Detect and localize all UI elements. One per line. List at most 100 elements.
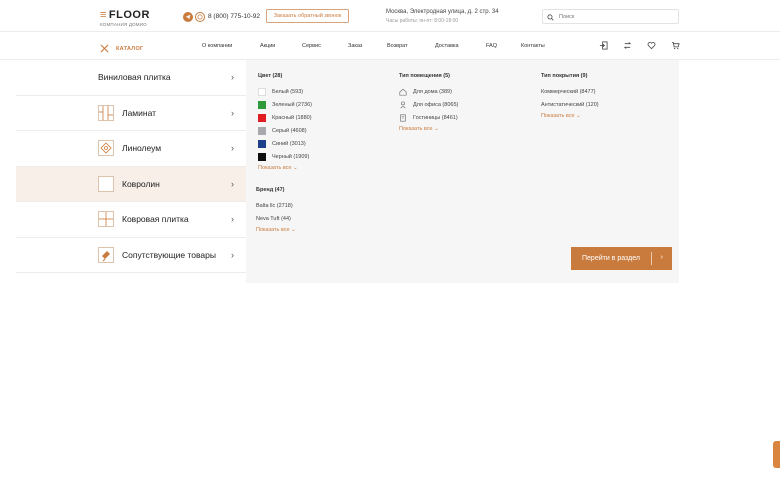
category-label: Ковровая плитка (122, 214, 189, 225)
filter-option-antistatic[interactable]: Антистатический (120) (541, 98, 599, 111)
category-label: Линолеум (122, 143, 162, 154)
cart-icon[interactable] (670, 40, 681, 51)
go-to-section-button[interactable]: Перейти в раздел › (571, 247, 672, 270)
filter-option-green[interactable]: Зеленый (2736) (258, 98, 312, 111)
filter-option-black[interactable]: Черный (1909) (258, 150, 312, 163)
filter-option-label: Для офиса (8065) (413, 101, 459, 108)
category-vinyl-tile[interactable]: Виниловая плитка › (16, 60, 246, 96)
category-carpet[interactable]: Ковролин › (16, 166, 246, 202)
category-sidebar: Виниловая плитка › Ламинат › Линолеум › … (16, 60, 246, 273)
chevron-down-icon: ⌄ (434, 126, 439, 132)
filter-option-label: Коммерческий (8477) (541, 88, 596, 95)
chevron-right-icon: › (231, 143, 234, 154)
category-label: Сопутствующие товары (122, 249, 216, 260)
filter-group-coating: Тип покрытия (9) Коммерческий (8477) Ант… (541, 73, 599, 119)
filter-option-label: Антистатический (120) (541, 101, 599, 108)
hotel-icon (399, 113, 407, 122)
telegram-icon[interactable] (183, 12, 193, 22)
filter-option-label: Гостиницы (8461) (413, 114, 458, 121)
messenger-icons (183, 12, 205, 22)
filter-option-home[interactable]: Для дома (389) (399, 85, 458, 98)
nav-contacts[interactable]: Контакты (521, 43, 545, 49)
heart-icon[interactable] (646, 40, 657, 51)
side-widget-tab[interactable] (773, 441, 780, 468)
filter-option-label: Синий (3013) (272, 140, 306, 147)
nav-about[interactable]: О компании (202, 43, 232, 49)
accessories-icon (98, 246, 114, 263)
filter-title: Тип помещения (5) (399, 73, 450, 79)
nav-service[interactable]: Сервис (302, 43, 321, 49)
nav-delivery[interactable]: Доставка (435, 43, 459, 49)
filter-option-label: Красный (1880) (272, 114, 312, 121)
filter-option-red[interactable]: Красный (1880) (258, 111, 312, 124)
chevron-down-icon: ⌄ (576, 113, 581, 119)
category-accessories[interactable]: Сопутствующие товары › (16, 238, 246, 273)
logo[interactable]: ≡ FLOOR КОМПАНИЯ ДОМИО (100, 9, 150, 27)
house-icon (399, 88, 407, 96)
button-label: Перейти в раздел (582, 255, 640, 262)
office-chair-icon (399, 100, 407, 109)
show-all-link[interactable]: Показать все ⌄ (541, 113, 599, 119)
chevron-right-icon: › (231, 107, 234, 118)
nav-order[interactable]: Заказ (348, 43, 362, 49)
color-swatch (258, 113, 266, 122)
phone-number[interactable]: 8 (800) 775-10-92 (208, 13, 260, 20)
nav-icons (598, 40, 681, 51)
catalog-button[interactable]: КАТАЛОГ (100, 40, 143, 58)
filter-option-hotel[interactable]: Гостиницы (8461) (399, 111, 458, 124)
color-swatch (258, 126, 266, 135)
close-icon[interactable] (100, 40, 109, 58)
chevron-right-icon: › (660, 254, 663, 261)
filter-option-gray[interactable]: Серый (4608) (258, 124, 312, 137)
address: Москва, Электродная улица, д. 2 стр. 34 (386, 9, 499, 15)
catalog-label: КАТАЛОГ (116, 46, 144, 52)
filter-option-blue[interactable]: Синий (3013) (258, 137, 312, 150)
filter-option-label: Черный (1909) (272, 153, 310, 160)
category-label: Виниловая плитка (98, 72, 171, 83)
search-input[interactable] (559, 13, 669, 20)
filter-option-balta[interactable]: Balta llc (2718) (256, 199, 296, 212)
nav-return[interactable]: Возврат (387, 43, 408, 49)
chevron-right-icon: › (231, 72, 234, 83)
compare-icon[interactable] (622, 40, 633, 51)
show-all-link[interactable]: Показать все ⌄ (399, 126, 458, 132)
logo-text: FLOOR (108, 9, 150, 21)
category-linoleum[interactable]: Линолеум › (16, 131, 246, 167)
divider (651, 252, 652, 265)
site-header: ≡ FLOOR КОМПАНИЯ ДОМИО 8 (800) 775-10-92 … (0, 0, 780, 32)
search-box[interactable] (542, 9, 679, 24)
chevron-down-icon: ⌄ (293, 165, 298, 171)
filter-option-white[interactable]: Белый (593) (258, 85, 312, 98)
carpet-icon (98, 175, 114, 192)
nav-faq[interactable]: FAQ (486, 43, 497, 49)
color-swatch (258, 152, 266, 161)
filter-option-commercial[interactable]: Коммерческий (8477) (541, 85, 599, 98)
search-icon[interactable] (547, 8, 554, 26)
color-swatch (258, 139, 266, 148)
filter-option-label: Серый (4608) (272, 127, 307, 134)
category-laminate[interactable]: Ламинат › (16, 96, 246, 131)
nav-promotions[interactable]: Акции (260, 43, 275, 49)
category-label: Ковролин (122, 178, 160, 189)
login-icon[interactable] (598, 40, 609, 51)
category-carpet-tile[interactable]: Ковровая плитка › (16, 202, 246, 238)
category-label: Ламинат (122, 107, 157, 118)
whatsapp-icon[interactable] (195, 12, 205, 22)
linoleum-icon (98, 140, 114, 157)
show-all-link[interactable]: Показать все ⌄ (258, 165, 312, 171)
chevron-right-icon: › (231, 178, 234, 189)
show-all-link[interactable]: Показать все ⌄ (256, 227, 296, 233)
filter-option-label: Белый (593) (272, 88, 304, 95)
callback-button[interactable]: Заказать обратный звонок (266, 9, 349, 23)
chevron-right-icon: › (231, 214, 234, 225)
main-nav: КАТАЛОГ О компании Акции Сервис Заказ Во… (0, 32, 780, 60)
filter-option-label: Balta llc (2718) (256, 202, 293, 209)
filter-option-office[interactable]: Для офиса (8065) (399, 98, 458, 111)
logo-subtitle: КОМПАНИЯ ДОМИО (100, 22, 147, 27)
carpet-tile-icon (98, 211, 114, 228)
filter-option-label: Neva Tuft (44) (256, 215, 291, 222)
logo-mark: ≡ (100, 9, 107, 21)
filter-title: Тип покрытия (9) (541, 73, 588, 79)
color-swatch (258, 100, 266, 109)
filter-option-neva-tuft[interactable]: Neva Tuft (44) (256, 212, 296, 225)
